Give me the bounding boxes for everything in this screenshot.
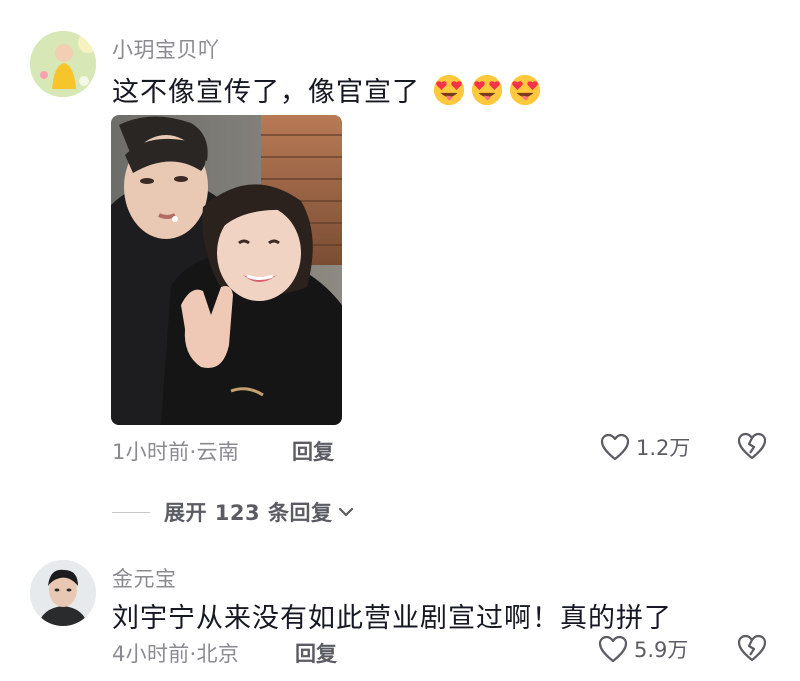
- comment-item: 小玥宝贝吖 这不像宣传了，像官宣了 1小时前·云南 回复 1.2万: [0, 0, 800, 490]
- broken-heart-icon: [737, 432, 767, 460]
- comment-time-location: 1小时前·云南: [112, 440, 240, 464]
- reply-button[interactable]: 回复: [295, 638, 337, 668]
- heart-outline-icon: [598, 635, 628, 663]
- comment-body: 这不像宣传了，像官宣了: [112, 77, 420, 108]
- divider: [112, 511, 150, 513]
- selfie-photo-image: [111, 115, 342, 425]
- like-button[interactable]: 1.2万: [600, 432, 690, 462]
- username[interactable]: 小玥宝贝吖: [112, 34, 220, 64]
- username[interactable]: 金元宝: [112, 563, 177, 593]
- like-count: 1.2万: [636, 436, 691, 460]
- comment-meta: 1小时前·云南 回复: [112, 436, 334, 466]
- dislike-button[interactable]: [737, 432, 767, 464]
- chevron-down-icon: [339, 507, 354, 517]
- comment-time-location: 4小时前·北京: [112, 642, 240, 666]
- comment-text: 这不像宣传了，像官宣了: [112, 70, 542, 109]
- expand-replies-label: 展开 123 条回复: [164, 501, 333, 525]
- heart-outline-icon: [600, 433, 630, 461]
- comment-meta: 4小时前·北京 回复: [112, 638, 337, 668]
- comment-text: 刘宇宁从来没有如此营业剧宣过啊！真的拼了: [112, 603, 672, 634]
- like-button[interactable]: 5.9万: [598, 634, 688, 664]
- dislike-button[interactable]: [737, 634, 767, 666]
- avatar-man-image: [30, 560, 96, 626]
- reply-button[interactable]: 回复: [292, 436, 334, 466]
- star-struck-tongue-emoji: [433, 74, 464, 106]
- expand-replies-button[interactable]: 展开 123 条回复: [112, 497, 356, 527]
- comment-photo[interactable]: [111, 115, 342, 425]
- star-struck-tongue-emoji: [471, 74, 502, 106]
- avatar[interactable]: [30, 560, 96, 626]
- avatar-baby-image: [30, 31, 96, 97]
- comment-item: 金元宝 刘宇宁从来没有如此营业剧宣过啊！真的拼了 4小时前·北京 回复 5.9万: [0, 548, 800, 681]
- emoji-group: [432, 73, 542, 107]
- star-struck-tongue-emoji: [509, 74, 540, 106]
- broken-heart-icon: [737, 634, 767, 662]
- avatar[interactable]: [30, 31, 96, 97]
- like-count: 5.9万: [634, 638, 689, 662]
